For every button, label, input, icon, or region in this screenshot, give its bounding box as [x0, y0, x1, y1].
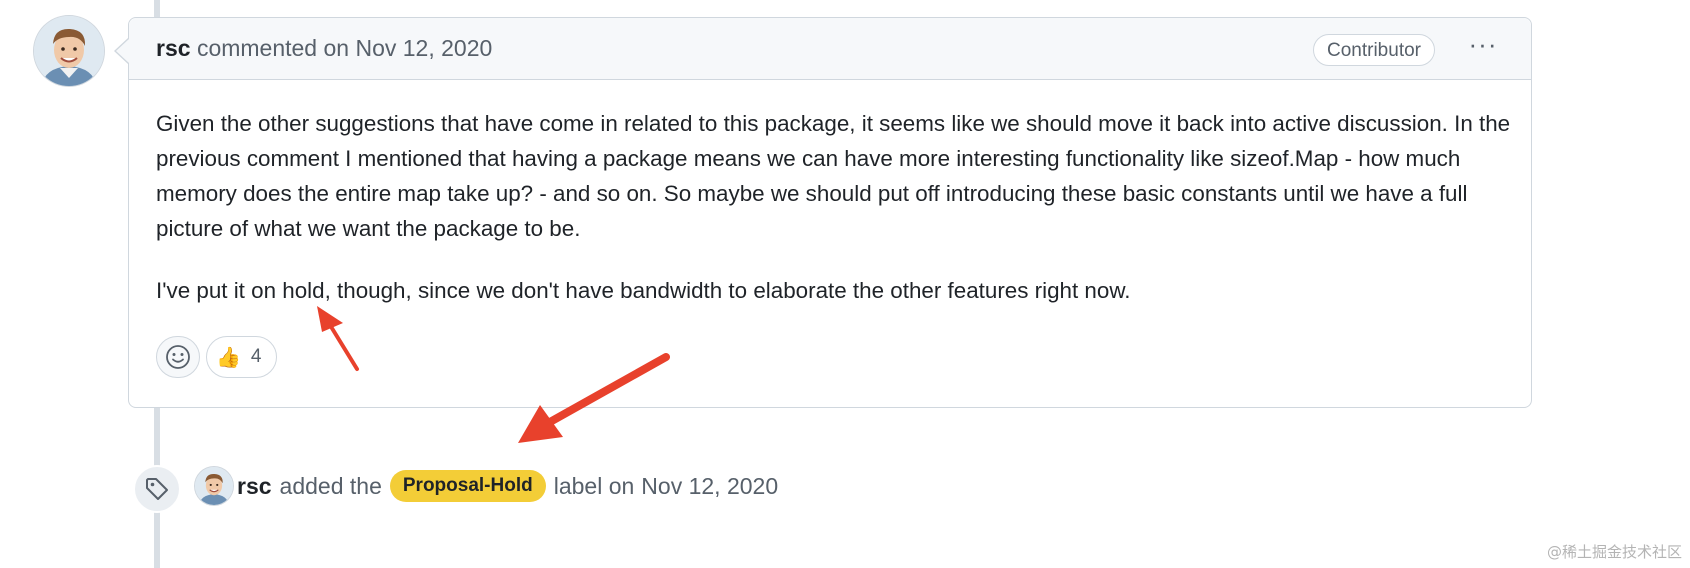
event-author-link[interactable]: rsc	[237, 473, 272, 500]
comment-header: rsc commented on Nov 12, 2020 Contributo…	[129, 18, 1531, 80]
comment-author-link[interactable]: rsc	[156, 35, 191, 61]
reaction-count: 4	[250, 346, 262, 367]
watermark: @稀土掘金技术社区	[1546, 543, 1682, 561]
label-event-text: rsc added the Proposal-Hold label on Nov…	[237, 470, 778, 502]
kebab-menu-icon[interactable]: ···	[1465, 30, 1501, 66]
contributor-badge: Contributor	[1313, 34, 1435, 66]
comment-card: rsc commented on Nov 12, 2020 Contributo…	[128, 17, 1532, 408]
event-author-avatar[interactable]	[195, 467, 233, 505]
event-date-link[interactable]: Nov 12, 2020	[641, 473, 778, 500]
comment-date-link[interactable]: Nov 12, 2020	[355, 35, 492, 61]
comment-action: commented on	[196, 35, 350, 61]
tag-icon	[146, 478, 168, 500]
comment-caret-fill	[116, 39, 129, 63]
thumbs-up-reaction-button[interactable]: 👍 4	[206, 336, 277, 378]
comment-paragraph: Given the other suggestions that have co…	[156, 111, 1511, 241]
thumbs-up-icon: 👍	[216, 346, 241, 369]
comment-body: Given the other suggestions that have co…	[156, 106, 1516, 335]
proposal-hold-label[interactable]: Proposal-Hold	[389, 470, 546, 502]
event-action: added the	[279, 472, 382, 499]
event-action-after: label on	[553, 472, 635, 499]
comment-paragraph: I've put it on hold, though, since we do…	[156, 278, 1131, 303]
smiley-icon	[166, 345, 190, 369]
add-reaction-button[interactable]	[156, 336, 200, 378]
author-avatar[interactable]	[34, 16, 104, 86]
tag-event-badge	[133, 465, 181, 513]
comment-header-text: rsc commented on Nov 12, 2020	[156, 35, 492, 62]
